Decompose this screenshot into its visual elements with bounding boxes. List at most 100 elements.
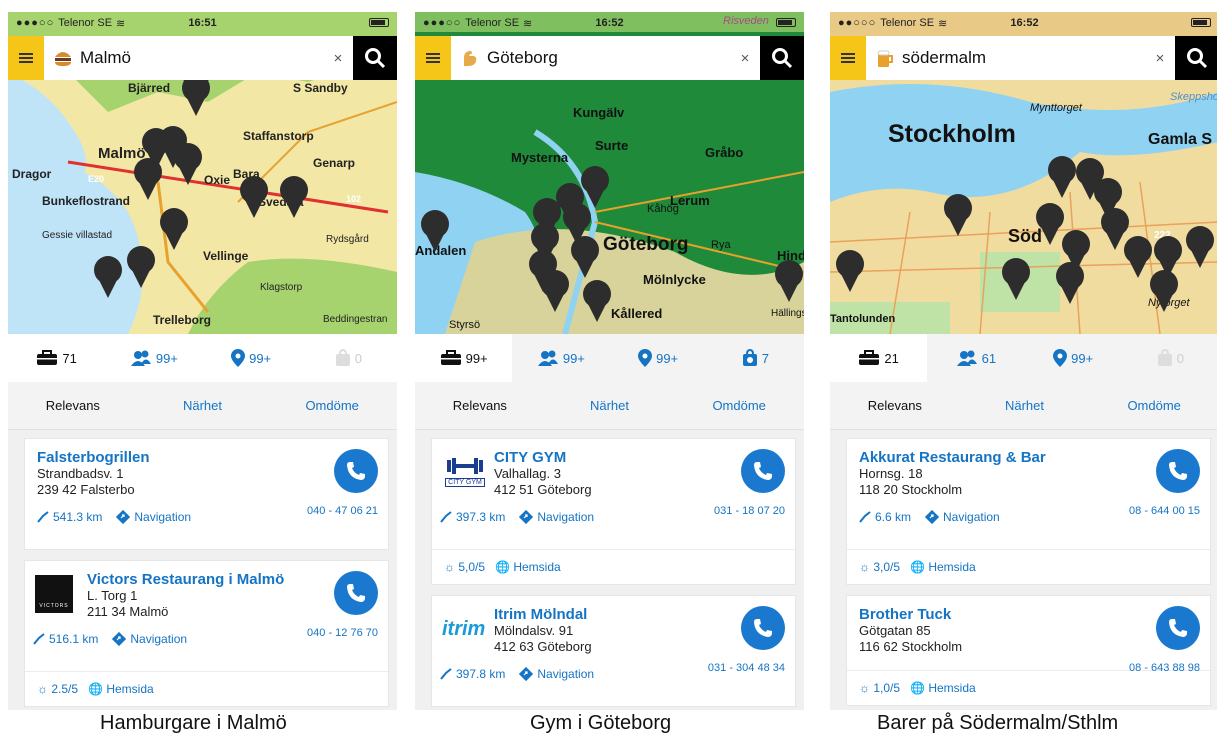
call-button[interactable] <box>741 449 785 493</box>
menu-button[interactable] <box>415 36 451 80</box>
tab-offers[interactable]: 0 <box>1121 334 1217 382</box>
navigation-link[interactable]: Navigation <box>925 510 1000 524</box>
sort-bar: Relevans Närhet Omdöme <box>830 382 1217 430</box>
signal-icon: ●●●○○ <box>423 17 462 29</box>
phone-number[interactable]: 040 - 12 76 70 <box>307 627 378 639</box>
search-button[interactable] <box>353 36 397 80</box>
list-item[interactable]: Falsterbogrillen Strandbadsv. 1 239 42 F… <box>24 438 389 550</box>
rating[interactable]: ☼ 1,0/5 <box>859 681 900 695</box>
sort-bar: Relevans Närhet Omdöme <box>415 382 804 430</box>
clear-search-button[interactable]: × <box>1145 50 1175 67</box>
call-button[interactable] <box>1156 606 1200 650</box>
sort-relevance[interactable]: Relevans <box>8 398 138 413</box>
list-item[interactable]: itrim Itrim Mölndal Mölndalsv. 91 412 63… <box>431 595 796 707</box>
list-item[interactable]: Brother Tuck Götgatan 85 116 62 Stockhol… <box>846 595 1211 706</box>
status-time: 16:52 <box>595 17 624 29</box>
business-name[interactable]: Brother Tuck <box>859 606 1198 623</box>
website-link[interactable]: 🌐 Hemsida <box>910 681 976 695</box>
tab-people[interactable]: 61 <box>927 334 1025 382</box>
clear-search-button[interactable]: × <box>730 50 760 67</box>
navigation-link[interactable]: Navigation <box>519 510 594 524</box>
call-button[interactable] <box>334 449 378 493</box>
tab-places[interactable]: 99+ <box>1024 334 1122 382</box>
logo-text: itrim <box>442 618 486 640</box>
tab-companies[interactable]: 99+ <box>415 334 513 382</box>
rating-value: 5,0/5 <box>458 560 486 574</box>
menu-button[interactable] <box>8 36 44 80</box>
sort-distance[interactable]: Närhet <box>960 398 1090 413</box>
distance-link[interactable]: 6.6 km <box>859 510 911 524</box>
website-link[interactable]: 🌐 Hemsida <box>495 560 561 574</box>
navigation-link[interactable]: Navigation <box>519 667 594 681</box>
clear-search-button[interactable]: × <box>323 50 353 67</box>
distance-link[interactable]: 397.3 km <box>440 510 505 524</box>
tab-people[interactable]: 99+ <box>512 334 610 382</box>
navigation-link[interactable]: Navigation <box>112 632 187 646</box>
business-name[interactable]: Falsterbogrillen <box>37 449 376 466</box>
list-item[interactable]: VICTORS Victors Restaurang i Malmö L. To… <box>24 560 389 707</box>
navigation-icon <box>925 510 940 524</box>
search-input[interactable]: södermalm <box>902 48 1145 68</box>
phone-number[interactable]: 031 - 18 07 20 <box>714 505 785 517</box>
people-icon <box>537 350 558 366</box>
card-footer: ☼ 3,0/5 🌐 Hemsida <box>847 549 1210 584</box>
carrier-name: Telenor SE <box>58 17 113 29</box>
map-label: Styrsö <box>449 319 480 331</box>
tab-offers[interactable]: 7 <box>706 334 804 382</box>
rating[interactable]: ☼ 5,0/5 <box>444 560 485 574</box>
phone-number[interactable]: 08 - 644 00 15 <box>1129 505 1200 517</box>
distance-text: 6.6 km <box>875 510 912 524</box>
sort-distance[interactable]: Närhet <box>138 398 268 413</box>
phone-number[interactable]: 08 - 643 88 98 <box>1129 662 1200 674</box>
wifi-icon: ≋ <box>523 17 533 30</box>
search-input[interactable]: Göteborg <box>487 48 730 68</box>
business-name[interactable]: Itrim Mölndal <box>494 606 783 623</box>
sort-relevance[interactable]: Relevans <box>830 398 960 413</box>
map-label: Gamla S <box>1148 131 1212 148</box>
call-button[interactable] <box>1156 449 1200 493</box>
website-link[interactable]: 🌐 Hemsida <box>88 682 154 696</box>
map-label: Göteborg <box>603 234 689 255</box>
tab-count: 99+ <box>562 350 585 366</box>
tab-count: 0 <box>354 350 362 366</box>
business-name[interactable]: Akkurat Restaurang & Bar <box>859 449 1198 466</box>
sort-rating[interactable]: Omdöme <box>1089 398 1217 413</box>
tab-places[interactable]: 99+ <box>203 334 300 382</box>
tab-companies[interactable]: 21 <box>830 334 928 382</box>
sort-rating[interactable]: Omdöme <box>267 398 397 413</box>
phone-icon <box>347 462 365 480</box>
sort-relevance[interactable]: Relevans <box>415 398 545 413</box>
distance-link[interactable]: 516.1 km <box>33 632 98 646</box>
rating[interactable]: ☼ 2.5/5 <box>37 682 78 696</box>
tab-people[interactable]: 99+ <box>105 334 202 382</box>
distance-link[interactable]: 541.3 km <box>37 510 102 524</box>
business-name[interactable]: Victors Restaurang i Malmö <box>87 571 287 588</box>
tab-places[interactable]: 99+ <box>609 334 707 382</box>
sort-distance[interactable]: Närhet <box>545 398 675 413</box>
tab-companies[interactable]: 71 <box>8 334 106 382</box>
tab-offers[interactable]: 0 <box>300 334 397 382</box>
card-footer: ☼ 5,0/5 🌐 Hemsida <box>432 549 795 584</box>
map-label: Oxie <box>204 173 230 187</box>
search-button[interactable] <box>760 36 804 80</box>
map-label: Klagstorp <box>260 282 303 293</box>
business-name[interactable]: CITY GYM <box>494 449 783 466</box>
tab-count: 61 <box>981 350 997 366</box>
phone-number[interactable]: 031 - 304 48 34 <box>708 662 785 674</box>
postal-address: 118 20 Stockholm <box>859 482 963 497</box>
website-link[interactable]: 🌐 Hemsida <box>910 560 976 574</box>
rating[interactable]: ☼ 3,0/5 <box>859 560 900 574</box>
search-button[interactable] <box>1175 36 1217 80</box>
phone-number[interactable]: 040 - 47 06 21 <box>307 505 378 517</box>
search-input[interactable]: Malmö <box>80 48 323 68</box>
postal-address: 116 62 Stockholm <box>859 639 963 654</box>
call-button[interactable] <box>334 571 378 615</box>
list-item[interactable]: CITY GYM CITY GYM Valhallag. 3 412 51 Gö… <box>431 438 796 585</box>
result-type-tabs: 21 61 99+ 0 <box>830 334 1217 382</box>
distance-link[interactable]: 397.8 km <box>440 667 505 681</box>
call-button[interactable] <box>741 606 785 650</box>
menu-button[interactable] <box>830 36 866 80</box>
sort-rating[interactable]: Omdöme <box>674 398 804 413</box>
navigation-link[interactable]: Navigation <box>116 510 191 524</box>
list-item[interactable]: Akkurat Restaurang & Bar Hornsg. 18 118 … <box>846 438 1211 585</box>
